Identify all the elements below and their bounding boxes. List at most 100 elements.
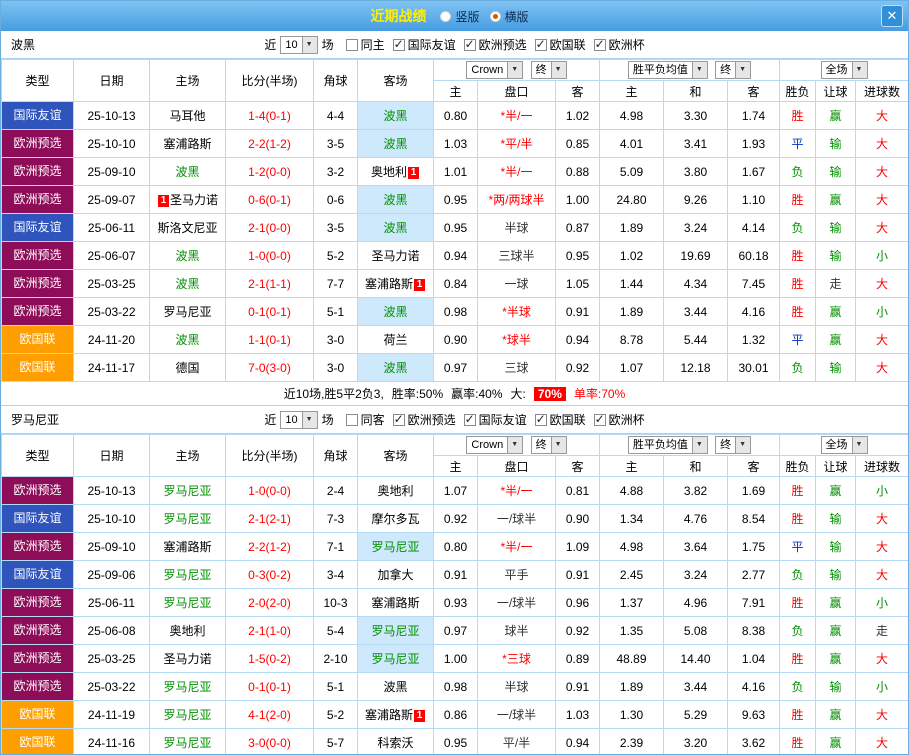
odds-handicap: *半/一 — [478, 477, 556, 505]
away-team: 波黑 — [358, 102, 434, 130]
mean-away: 7.91 — [728, 589, 780, 617]
filter-checkbox-item[interactable]: 欧洲杯 — [594, 411, 645, 428]
match-count-select[interactable]: 10 — [280, 36, 317, 54]
red-card-badge: 1 — [408, 167, 419, 179]
checkbox-icon[interactable] — [393, 414, 405, 426]
dropdown-arrow-icon — [852, 62, 867, 78]
mean-stage-select[interactable]: 终 — [715, 436, 751, 454]
filter-checkbox-item[interactable]: 欧洲杯 — [594, 36, 645, 53]
match-date: 24-11-19 — [74, 701, 150, 729]
home-team: 罗马尼亚 — [150, 701, 226, 729]
goals-result: 小 — [856, 242, 909, 270]
checkbox-icon[interactable] — [535, 39, 547, 51]
competition-type: 欧洲预选 — [2, 242, 74, 270]
col-result: 胜负 — [780, 81, 816, 102]
checkbox-icon[interactable] — [346, 414, 358, 426]
filter-checkbox-item[interactable]: 欧国联 — [535, 36, 586, 53]
bookmaker-select[interactable]: Crown — [466, 436, 523, 454]
handicap-result: 赢 — [816, 729, 856, 755]
score: 2-1(1-1) — [226, 270, 314, 298]
checkbox-icon[interactable] — [594, 39, 606, 51]
mean-away: 9.63 — [728, 701, 780, 729]
match-date: 24-11-17 — [74, 354, 150, 382]
home-team: 罗马尼亚 — [150, 561, 226, 589]
scope-select[interactable]: 全场 — [821, 436, 868, 454]
odds-handicap: *球半 — [478, 326, 556, 354]
away-team: 罗马尼亚 — [358, 533, 434, 561]
radio-vertical-label[interactable]: 竖版 — [455, 8, 479, 25]
radio-horizontal-label[interactable]: 横版 — [505, 8, 529, 25]
corners: 5-2 — [314, 242, 358, 270]
filter-checkbox-item[interactable]: 同主 — [346, 36, 385, 53]
summary-win-rate: 胜率:50% — [392, 385, 443, 402]
mean-stage-select[interactable]: 终 — [715, 61, 751, 79]
home-team-name: 塞浦路斯 — [163, 540, 211, 554]
odds-home: 0.90 — [434, 326, 478, 354]
result: 负 — [780, 354, 816, 382]
col-odds-away: 客 — [556, 456, 600, 477]
checkbox-icon[interactable] — [393, 39, 405, 51]
corners: 7-3 — [314, 505, 358, 533]
result: 负 — [780, 673, 816, 701]
home-team-name: 圣马力诺 — [163, 652, 211, 666]
filter-checkbox-item[interactable]: 欧洲预选 — [464, 36, 527, 53]
away-team: 奥地利 — [358, 477, 434, 505]
away-team-name: 罗马尼亚 — [371, 540, 419, 554]
radio-vertical[interactable] — [440, 11, 451, 22]
mean-home: 1.02 — [600, 242, 664, 270]
filter-checkbox-item[interactable]: 欧洲预选 — [393, 411, 456, 428]
odds-away: 0.90 — [556, 505, 600, 533]
mean-home: 8.78 — [600, 326, 664, 354]
close-button[interactable] — [881, 5, 903, 27]
mean-select[interactable]: 胜平负均值 — [628, 61, 708, 79]
mean-away: 4.16 — [728, 673, 780, 701]
checkbox-icon[interactable] — [464, 414, 476, 426]
mean-draw: 3.44 — [664, 673, 728, 701]
mean-home: 5.09 — [600, 158, 664, 186]
home-team-name: 罗马尼亚 — [163, 680, 211, 694]
score: 4-1(2-0) — [226, 701, 314, 729]
competition-badge: 欧洲预选 — [2, 673, 73, 700]
mean-away: 2.77 — [728, 561, 780, 589]
odds-stage-select[interactable]: 终 — [531, 436, 567, 454]
away-team-name: 波黑 — [383, 361, 407, 375]
odds-handicap: 半球 — [478, 214, 556, 242]
match-date: 25-06-08 — [74, 617, 150, 645]
checkbox-icon[interactable] — [346, 39, 358, 51]
goals-result: 大 — [856, 701, 909, 729]
home-team: 罗马尼亚 — [150, 298, 226, 326]
col-home: 主场 — [150, 435, 226, 477]
mean-home: 1.35 — [600, 617, 664, 645]
goals-result: 大 — [856, 729, 909, 755]
col-date: 日期 — [74, 435, 150, 477]
home-team-name: 塞浦路斯 — [163, 137, 211, 151]
table-row: 欧洲预选 25-03-25 圣马力诺 1-5(0-2) 2-10 罗马尼亚 1.… — [2, 645, 909, 673]
competition-badge: 欧国联 — [2, 701, 73, 728]
match-count-select[interactable]: 10 — [280, 411, 317, 429]
scope-select[interactable]: 全场 — [821, 61, 868, 79]
dropdown-arrow-icon — [551, 437, 566, 453]
filter-checkbox-item[interactable]: 同客 — [346, 411, 385, 428]
corners: 10-3 — [314, 589, 358, 617]
mean-home: 1.89 — [600, 298, 664, 326]
home-team: 罗马尼亚 — [150, 589, 226, 617]
checkbox-icon[interactable] — [594, 414, 606, 426]
bookmaker-select[interactable]: Crown — [466, 61, 523, 79]
score: 2-2(1-2) — [226, 533, 314, 561]
odds-home: 0.98 — [434, 673, 478, 701]
checkbox-icon[interactable] — [464, 39, 476, 51]
odds-stage-select[interactable]: 终 — [531, 61, 567, 79]
table-row: 欧洲预选 25-06-11 罗马尼亚 2-0(2-0) 10-3 塞浦路斯 0.… — [2, 589, 909, 617]
filter-checkbox-item[interactable]: 国际友谊 — [393, 36, 456, 53]
mean-home: 1.89 — [600, 673, 664, 701]
radio-horizontal[interactable] — [490, 11, 501, 22]
filter-checkbox-item[interactable]: 国际友谊 — [464, 411, 527, 428]
filter-checkbox-item[interactable]: 欧国联 — [535, 411, 586, 428]
home-team-name: 斯洛文尼亚 — [157, 221, 217, 235]
mean-select[interactable]: 胜平负均值 — [628, 436, 708, 454]
filter-checkbox-label: 欧国联 — [550, 36, 586, 53]
col-odds-away: 客 — [556, 81, 600, 102]
odds-away: 0.89 — [556, 645, 600, 673]
checkbox-icon[interactable] — [535, 414, 547, 426]
odds-away: 1.03 — [556, 701, 600, 729]
